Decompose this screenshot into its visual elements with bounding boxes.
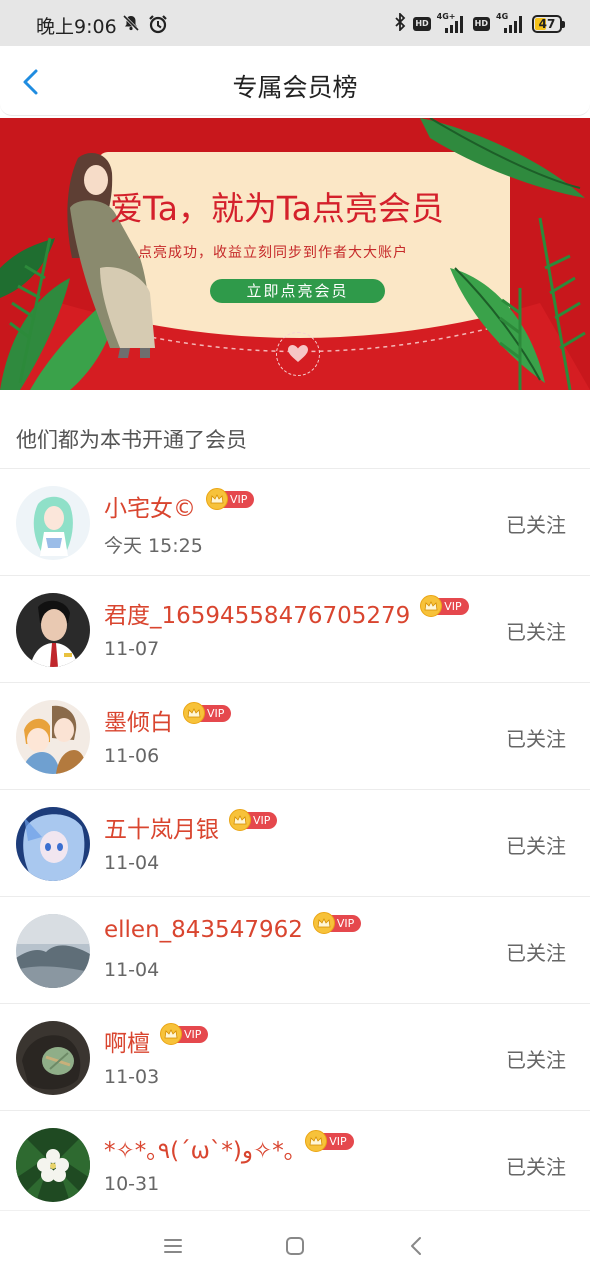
crown-icon <box>229 809 251 831</box>
member-name[interactable]: 五十岚月银 <box>104 810 219 844</box>
member-name[interactable]: 君度_16594558476705279 <box>104 596 410 630</box>
home-icon <box>286 1237 304 1255</box>
follow-button[interactable]: 已关注 <box>506 616 566 645</box>
crown-icon <box>160 1023 182 1045</box>
banner-subtitle: 点亮成功，收益立刻同步到作者大大账户 <box>138 245 408 261</box>
avatar[interactable] <box>16 1128 90 1202</box>
banner-cta-button[interactable]: 立即点亮会员 <box>210 279 385 303</box>
follow-button[interactable]: 已关注 <box>506 1151 566 1180</box>
page-title: 专属会员榜 <box>232 73 358 102</box>
member-date: 11-06 <box>104 745 160 767</box>
follow-button[interactable]: 已关注 <box>506 937 566 966</box>
menu-button[interactable] <box>160 1233 186 1259</box>
home-button[interactable] <box>282 1233 308 1259</box>
member-date: 11-04 <box>104 852 160 874</box>
member-row[interactable]: 君度_16594558476705279 VIP 11-07 已关注 <box>0 576 590 683</box>
vip-badge: VIP <box>312 912 362 934</box>
signal-4g-label: 4G <box>496 12 509 21</box>
system-nav-bar <box>0 1210 590 1280</box>
back-icon <box>411 1237 421 1255</box>
member-date: 10-31 <box>104 1173 160 1195</box>
member-name[interactable]: 墨倾白 <box>104 703 173 737</box>
avatar[interactable] <box>16 807 90 881</box>
member-date: 今天 15:25 <box>104 535 203 557</box>
avatar[interactable] <box>16 486 90 560</box>
follow-button[interactable]: 已关注 <box>506 1044 566 1073</box>
vip-badge: VIP <box>305 1130 354 1152</box>
status-bar: 晚上9:06 HD 4G+ HD 4G 47 <box>0 0 590 46</box>
hd-icon-2: HD <box>472 17 490 31</box>
vip-badge: VIP <box>206 488 255 510</box>
promo-banner[interactable]: 爱Ta，就为Ta点亮会员 点亮成功，收益立刻同步到作者大大账户 立即点亮会员 <box>0 118 590 390</box>
member-name[interactable]: 啊檀 <box>104 1024 150 1058</box>
vip-badge: VIP <box>420 595 469 617</box>
signal-4g-plus-icon: 4G+ <box>436 12 467 34</box>
member-name[interactable]: *✧*｡٩(ˊωˋ*)و✧*｡ <box>104 1131 295 1165</box>
crown-icon <box>312 912 335 934</box>
crown-icon <box>206 488 228 510</box>
signal-4g-icon: 4G <box>496 12 526 34</box>
member-name[interactable]: 小宅女© <box>104 489 196 523</box>
member-name[interactable]: ellen_843547962 <box>104 917 303 943</box>
signal-4g-plus-label: 4G+ <box>436 12 456 21</box>
system-back-button[interactable] <box>404 1233 430 1259</box>
vip-badge: VIP <box>229 809 278 831</box>
avatar[interactable] <box>16 593 90 667</box>
member-row[interactable]: 五十岚月银 VIP 11-04 已关注 <box>0 790 590 897</box>
battery-icon: 47 <box>532 15 565 33</box>
avatar[interactable] <box>16 700 90 774</box>
member-row[interactable]: 啊檀 VIP 11-03 已关注 <box>0 1004 590 1111</box>
heart-seal-icon <box>276 332 320 376</box>
menu-icon <box>164 1239 182 1253</box>
member-list: 小宅女© VIP 今天 15:25 已关注 君度_165945584767052… <box>0 469 590 1218</box>
banner-headline: 爱Ta，就为Ta点亮会员 <box>110 189 444 228</box>
avatar[interactable] <box>16 914 90 988</box>
follow-button[interactable]: 已关注 <box>506 830 566 859</box>
vip-badge: VIP <box>183 702 232 724</box>
member-date: 11-07 <box>104 638 160 660</box>
battery-level: 47 <box>538 17 556 31</box>
member-date: 11-04 <box>104 959 160 981</box>
alarm-icon <box>148 14 168 38</box>
member-row[interactable]: 墨倾白 VIP 11-06 已关注 <box>0 683 590 790</box>
follow-button[interactable]: 已关注 <box>506 723 566 752</box>
header: 专属会员榜 <box>0 46 590 116</box>
follow-button[interactable]: 已关注 <box>506 509 566 538</box>
avatar[interactable] <box>16 1021 90 1095</box>
hd-icon: HD <box>413 17 431 31</box>
member-row[interactable]: ellen_843547962 VIP 11-04 已关注 <box>0 897 590 1004</box>
member-date: 11-03 <box>104 1066 160 1088</box>
crown-icon <box>183 702 205 724</box>
bluetooth-icon <box>393 11 407 35</box>
member-row[interactable]: 小宅女© VIP 今天 15:25 已关注 <box>0 469 590 576</box>
section-title: 他们都为本书开通了会员 <box>16 428 247 452</box>
status-time: 晚上9:06 <box>36 16 117 38</box>
vip-badge: VIP <box>160 1023 209 1045</box>
mute-icon <box>122 14 140 38</box>
member-row[interactable]: *✧*｡٩(ˊωˋ*)و✧*｡ VIP 10-31 已关注 <box>0 1111 590 1218</box>
